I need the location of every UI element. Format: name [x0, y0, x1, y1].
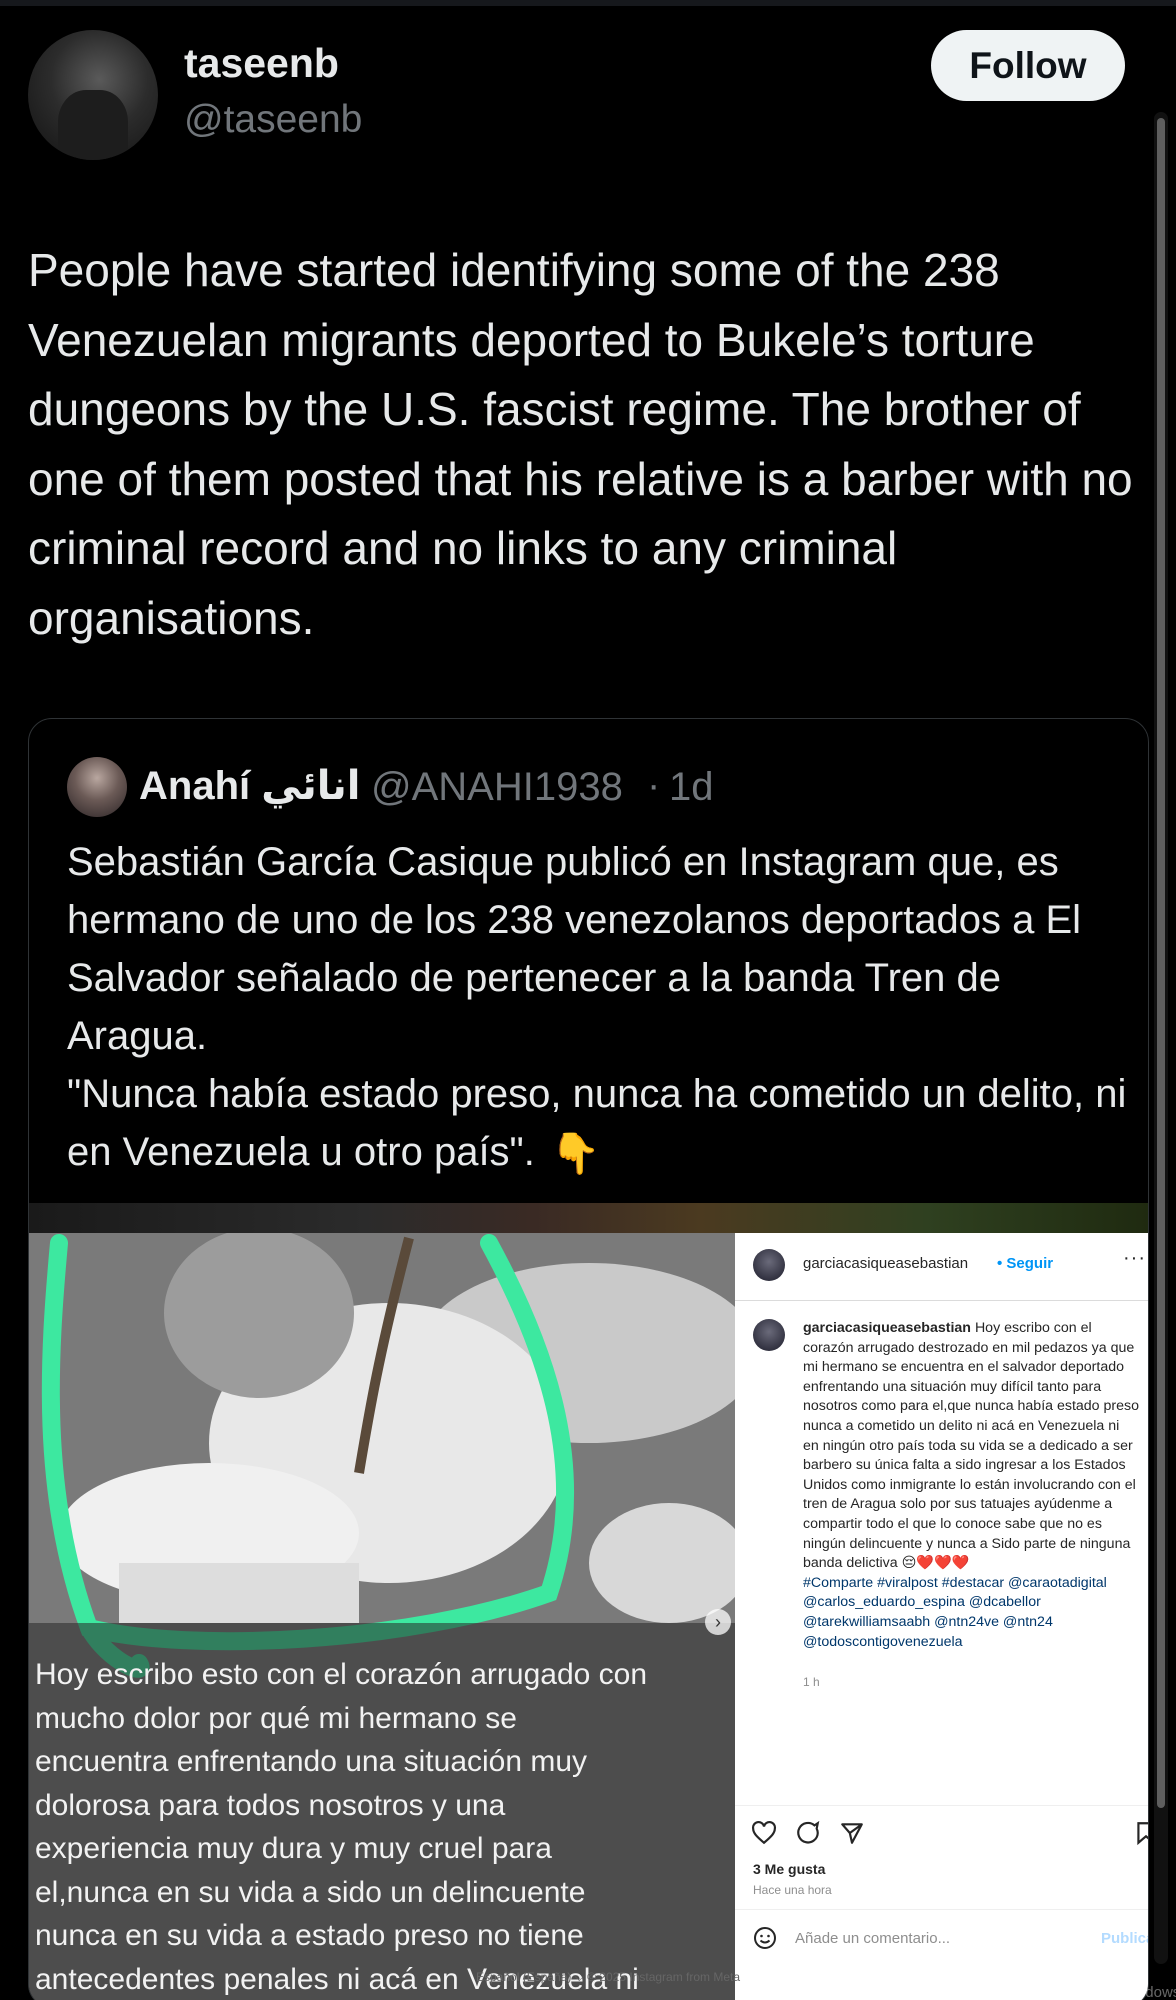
ig-post-header: garciacasiqueasebastian • Seguir ···: [735, 1233, 1148, 1301]
media-top-strip: [29, 1203, 1148, 1233]
send-icon[interactable]: [839, 1820, 865, 1846]
quote-timestamp[interactable]: 1d: [669, 765, 714, 810]
scrollbar-thumb[interactable]: [1157, 118, 1165, 1808]
instagram-photo: Hoy escribo esto con el corazón arrugado…: [29, 1233, 735, 2000]
author-name[interactable]: taseenb: [184, 40, 339, 87]
carousel-next-icon[interactable]: ›: [705, 1609, 731, 1635]
quote-text: Sebastián García Casique publicó en Inst…: [67, 833, 1127, 1183]
smile-icon[interactable]: [753, 1926, 777, 1950]
quote-text-body: Sebastián García Casique publicó en Inst…: [67, 840, 1127, 1174]
heart-icon[interactable]: [751, 1820, 777, 1846]
ig-avatar[interactable]: [753, 1249, 785, 1281]
ig-footer: Español (España) ⌵ © 2025 Instagram from…: [476, 1970, 741, 1984]
photo-caption: Hoy escribo esto con el corazón arrugado…: [35, 1658, 648, 1996]
ig-hashtags-mentions[interactable]: #Comparte #viralpost #destacar @caraotad…: [803, 1574, 1139, 1652]
ig-comment-avatar[interactable]: [753, 1319, 785, 1351]
ig-comment-username[interactable]: garciacasiqueasebastian: [803, 1320, 971, 1336]
ig-follow-button[interactable]: • Seguir: [997, 1255, 1053, 1272]
ig-action-bar: [735, 1805, 1149, 1849]
author-avatar[interactable]: [28, 30, 158, 160]
ig-posted-time: Hace una hora: [753, 1883, 832, 1897]
ig-likes-count[interactable]: 3 Me gusta: [753, 1861, 825, 1877]
ig-post-caption: garciacasiqueasebastian Hoy escribo con …: [803, 1319, 1139, 1652]
ig-comment-time: 1 h: [803, 1675, 820, 1689]
tweet-text: People have started identifying some of …: [28, 244, 1133, 644]
quote-author-avatar[interactable]: [67, 757, 127, 817]
windows-activation-watermark: Activar Windows: [906, 1956, 1069, 1981]
more-options-icon[interactable]: ···: [1123, 1247, 1146, 1270]
comment-icon[interactable]: [795, 1820, 821, 1846]
ig-comment-input[interactable]: Añade un comentario...: [795, 1930, 950, 1947]
ig-comment-text: Hoy escribo con el corazón arrugado dest…: [803, 1320, 1139, 1572]
pointing-down-emoji: 👇: [550, 1132, 601, 1177]
ig-publish-button[interactable]: Publicar: [1101, 1930, 1148, 1947]
quote-author-handle[interactable]: @ANAHI1938: [371, 765, 623, 810]
ig-username[interactable]: garciacasiqueasebastian: [803, 1255, 968, 1272]
quoted-tweet[interactable]: Anahí انائي @ANAHI1938 · 1d Sebastián Ga…: [28, 718, 1149, 2000]
quote-separator: ·: [647, 763, 661, 807]
windows-activation-hint: Ve a Configuración para activar Windows.: [906, 1984, 1176, 2000]
quote-media-image[interactable]: Hoy escribo esto con el corazón arrugado…: [29, 1203, 1149, 2000]
top-divider: [0, 0, 1176, 6]
follow-button[interactable]: Follow: [931, 30, 1125, 101]
bookmark-icon[interactable]: [1133, 1820, 1149, 1846]
instagram-post-panel: garciacasiqueasebastian • Seguir ··· gar…: [735, 1233, 1149, 2000]
quote-author-name[interactable]: Anahí انائي: [139, 763, 360, 809]
author-handle[interactable]: @taseenb: [184, 98, 362, 142]
